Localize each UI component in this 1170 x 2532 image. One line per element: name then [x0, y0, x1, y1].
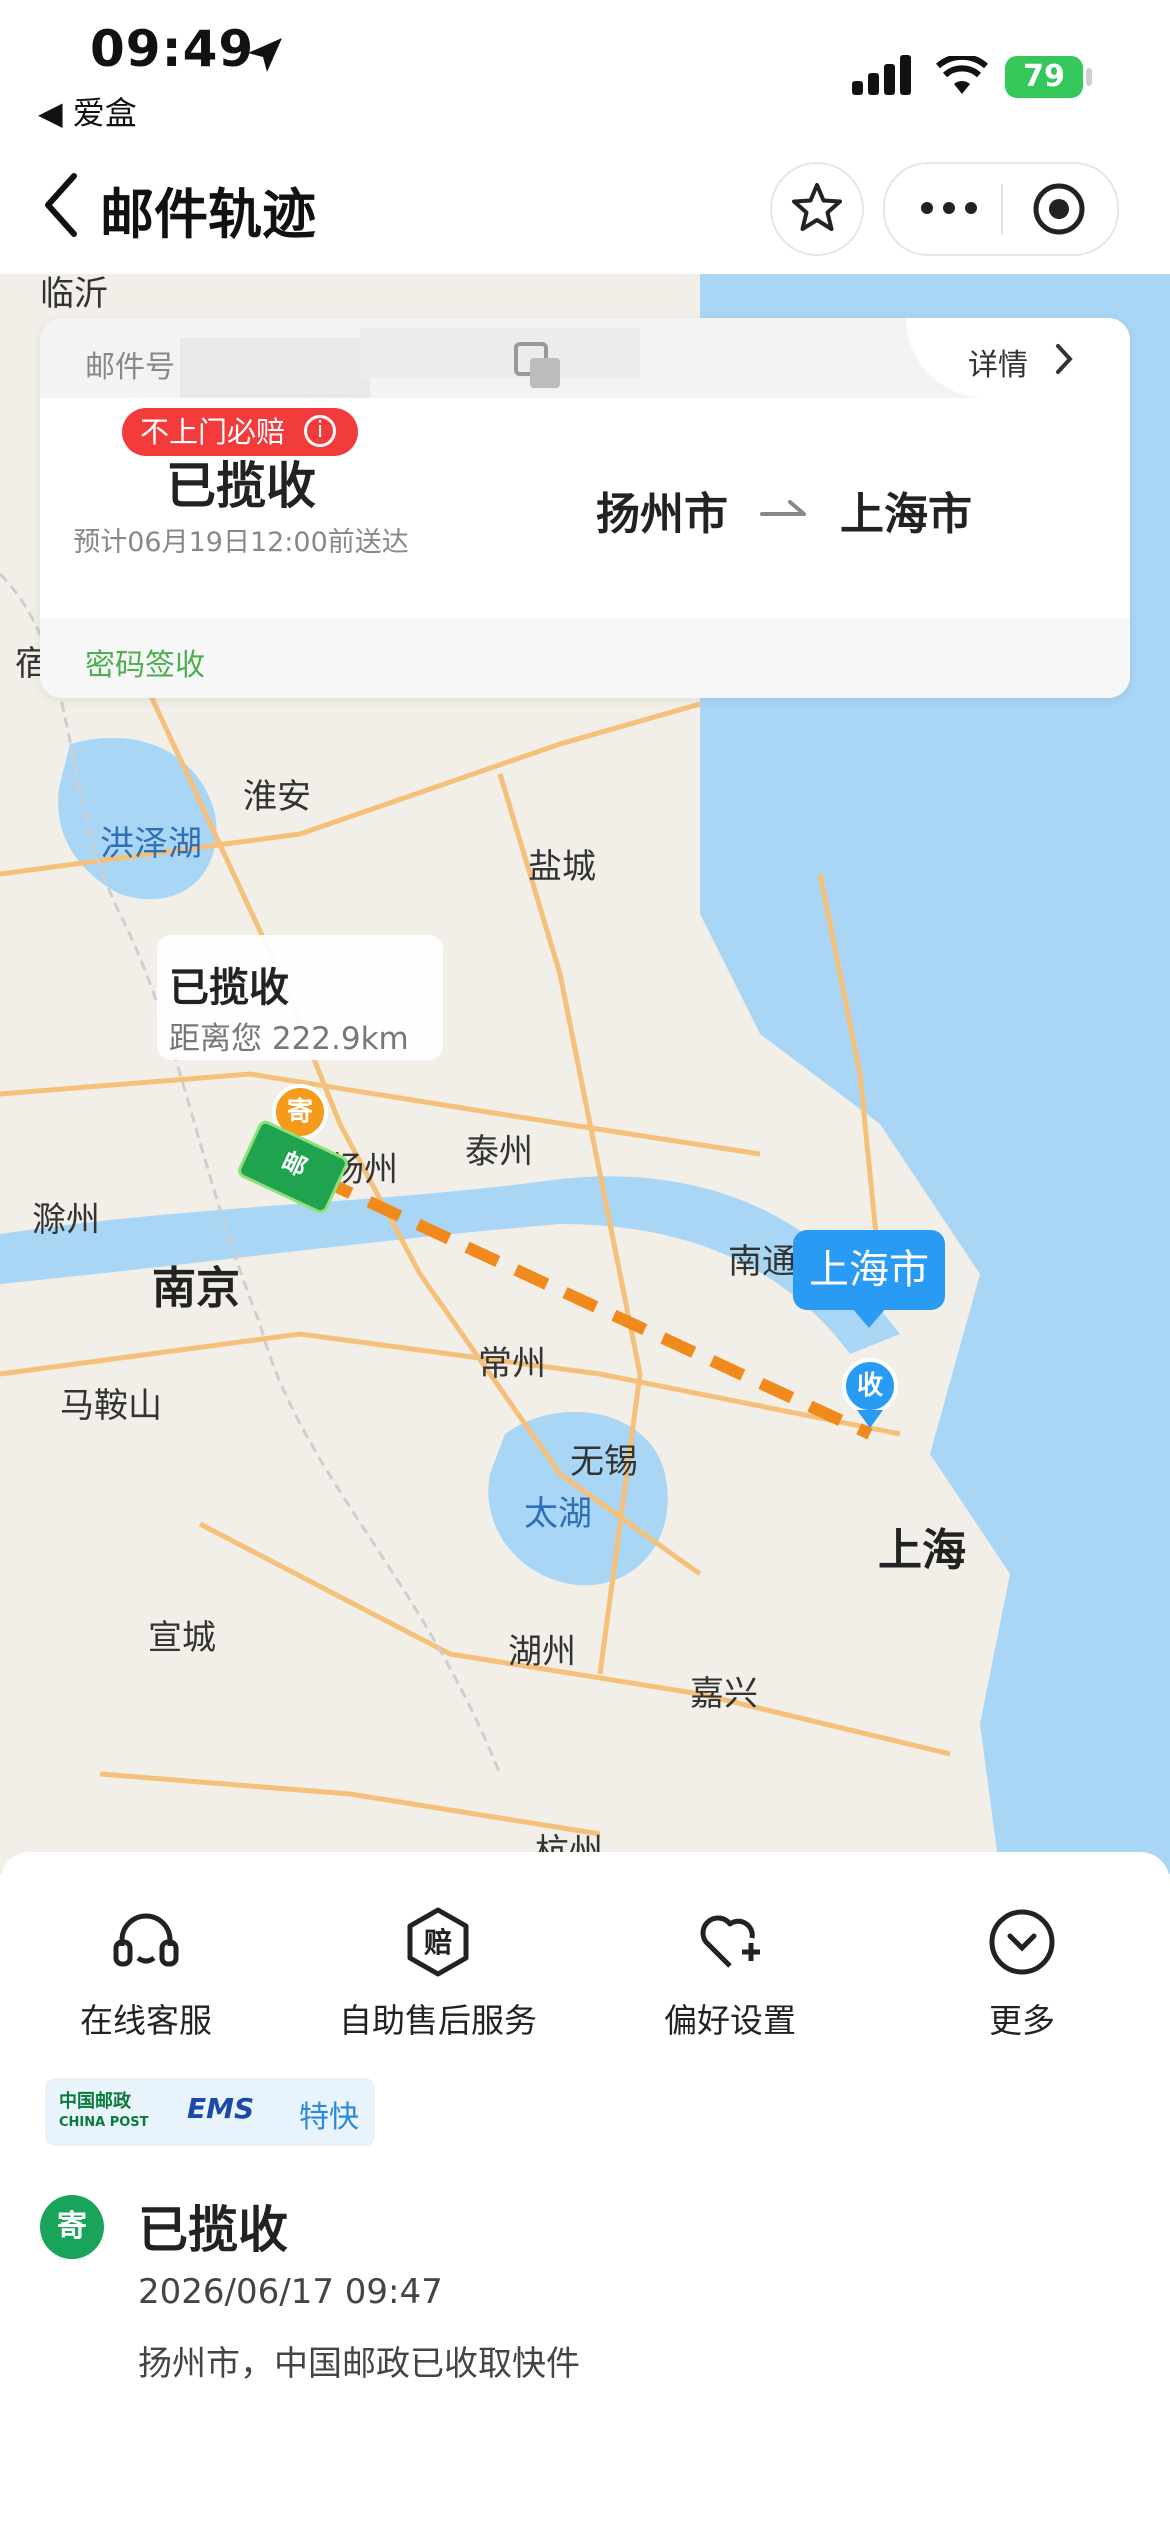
location-arrow-icon [248, 38, 282, 72]
cellular-signal-icon [852, 55, 911, 95]
map-label: 洪泽湖 [100, 824, 202, 864]
svg-text:赔: 赔 [424, 1926, 452, 1959]
map-label: 盐城 [528, 847, 596, 887]
mail-number-label: 邮件号 [85, 350, 175, 385]
service-type: 特快 [299, 2100, 359, 2135]
route-arrow-icon [760, 500, 806, 516]
map-label: 滁州 [32, 1200, 100, 1240]
popup-title: 已揽收 [169, 965, 289, 1011]
ems-logo: EMS [187, 2092, 255, 2125]
china-post-en: CHINA POST [59, 2115, 149, 2130]
receiver-marker[interactable]: 收 [842, 1358, 898, 1414]
status-popup[interactable]: 已揽收 距离您 222.9km [157, 935, 443, 1060]
headset-icon [113, 1913, 179, 1967]
action-label: 自助售后服务 [339, 2001, 537, 2040]
shipment-state: 已揽收 [166, 457, 316, 515]
map-label: 嘉兴 [690, 1674, 758, 1714]
info-icon: i [304, 415, 336, 447]
marker-pointer-icon [857, 1410, 883, 1428]
map-label: 南京 [152, 1263, 240, 1314]
redacted-block [360, 328, 640, 378]
timeline-state: 已揽收 [138, 2201, 288, 2259]
callout-tail-icon [852, 1308, 886, 1328]
online-service-button[interactable]: 在线客服 [36, 1906, 256, 2042]
battery-cap [1086, 68, 1092, 86]
eta-text: 预计06月19日12:00前送达 [73, 527, 409, 558]
map-label: 马鞍山 [60, 1386, 162, 1426]
copy-icon[interactable] [510, 338, 570, 398]
capsule-divider [1001, 184, 1003, 234]
timeline-marker: 寄 [40, 2195, 104, 2259]
map-label: 南通 [728, 1242, 796, 1282]
back-chevron-icon[interactable] [40, 170, 84, 240]
carrier-brand: 中国邮政 CHINA POST EMS 特快 [45, 2078, 375, 2146]
preferences-button[interactable]: 偏好设置 [620, 1906, 840, 2042]
bottom-sheet: 在线客服 赔 自助售后服务 偏好设置 更多 中国邮政 CHINA POST EM… [0, 1852, 1170, 2532]
destination-callout[interactable]: 上海市 [793, 1230, 945, 1310]
back-to-app[interactable]: ◀ 爱盒 [38, 88, 137, 134]
action-label: 偏好设置 [664, 2001, 796, 2040]
close-target-icon[interactable] [1031, 181, 1087, 237]
china-post-logo: 中国邮政 CHINA POST [59, 2092, 149, 2132]
chevron-right-icon [1056, 344, 1073, 374]
mini-program-capsule [883, 162, 1119, 256]
map-label: 临沂 [40, 274, 108, 314]
action-label: 在线客服 [80, 2001, 212, 2040]
favorite-button[interactable] [770, 162, 864, 256]
heart-plus-icon [700, 1915, 760, 1968]
status-time: 09:49 [90, 20, 255, 78]
map-label: 无锡 [570, 1442, 638, 1482]
star-icon [792, 183, 842, 231]
map-label: 上海 [878, 1525, 966, 1576]
guarantee-badge-label: 不上门必赔 [140, 415, 286, 449]
page-title: 邮件轨迹 [100, 183, 316, 246]
more-dots-icon[interactable] [919, 200, 979, 216]
more-button[interactable]: 更多 [912, 1906, 1132, 2042]
timeline-time: 2026/06/17 09:47 [138, 2272, 443, 2312]
map-label: 泰州 [465, 1132, 533, 1172]
compensation-icon: 赔 [407, 1907, 469, 1977]
action-label: 更多 [989, 2001, 1055, 2040]
after-sales-button[interactable]: 赔 自助售后服务 [328, 1906, 548, 2042]
password-sign-label[interactable]: 密码签收 [85, 640, 205, 684]
map-label: 淮安 [243, 777, 311, 817]
destination-city: 上海市 [840, 489, 972, 540]
shipment-info-card: 邮件号 详情 不上门必赔 i 已揽收 预计06月19日12:00前送达 扬州市 … [40, 318, 1130, 698]
map-label: 湖州 [508, 1632, 576, 1672]
map-label: 太湖 [524, 1494, 592, 1534]
map-label: 常州 [478, 1344, 546, 1384]
detail-link[interactable]: 详情 [968, 340, 1028, 384]
origin-city: 扬州市 [596, 489, 728, 540]
wifi-icon [936, 56, 988, 94]
timeline-description: 扬州市，中国邮政已收取快件 [138, 2344, 580, 2384]
popup-distance: 距离您 222.9km [169, 1021, 409, 1057]
chevron-circle-icon [989, 1909, 1055, 1975]
china-post-cn: 中国邮政 [59, 2091, 131, 2112]
map-label: 宣城 [148, 1618, 216, 1658]
battery-indicator: 79 [1005, 56, 1083, 98]
